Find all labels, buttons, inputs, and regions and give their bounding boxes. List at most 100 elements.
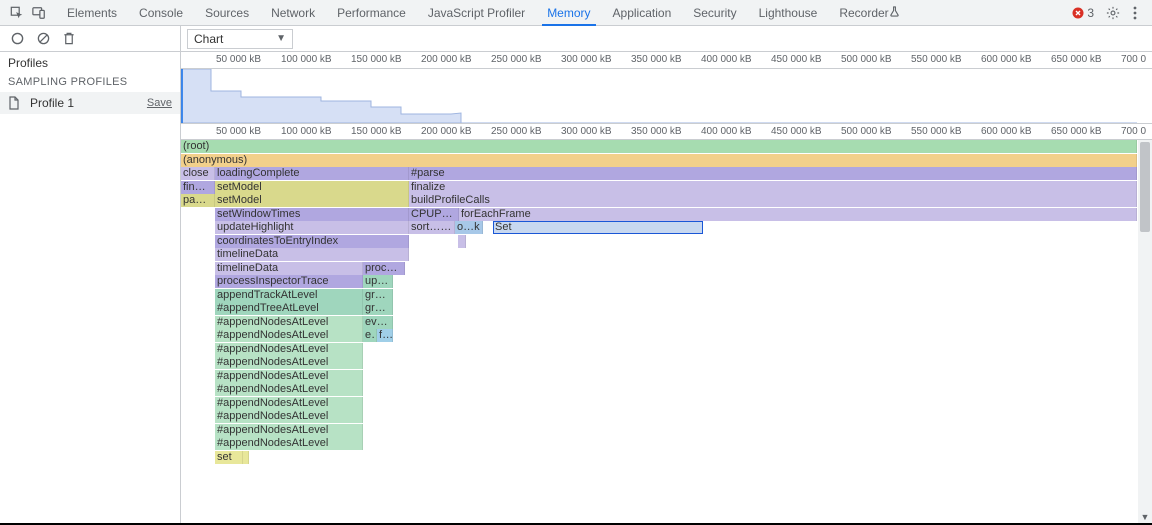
ruler-tick: 50 000 kB: [216, 126, 261, 137]
tab-security[interactable]: Security: [682, 0, 747, 25]
vertical-scrollbar[interactable]: ▲ ▼: [1138, 140, 1152, 523]
flame-bar[interactable]: timelineData: [215, 262, 363, 275]
flame-bar[interactable]: #appendNodesAtLevel: [215, 410, 363, 423]
flame-bar[interactable]: proc…ata: [363, 262, 405, 275]
ruler-tick: 650 000 kB: [1051, 126, 1102, 137]
flame-chart[interactable]: (root)(anonymous)closeloadingComplete#pa…: [181, 140, 1152, 523]
error-badge[interactable]: 3: [1072, 6, 1094, 20]
ruler-tick: 700 0: [1121, 54, 1146, 65]
ruler-tick: 100 000 kB: [281, 54, 332, 65]
sidebar-subheading: SAMPLING PROFILES: [0, 74, 180, 92]
overview-selection[interactable]: [181, 69, 183, 123]
tab-javascript-profiler[interactable]: JavaScript Profiler: [417, 0, 536, 25]
clear-icon[interactable]: [32, 28, 54, 50]
flame-bar[interactable]: setWindowTimes: [215, 208, 409, 221]
ruler-tick: 500 000 kB: [841, 54, 892, 65]
flame-bar[interactable]: f…r: [377, 329, 393, 342]
flame-bar[interactable]: up…up: [363, 275, 393, 288]
view-select-value: Chart: [194, 32, 223, 46]
flame-bar[interactable]: appendTrackAtLevel: [215, 289, 363, 302]
flame-bar[interactable]: Set: [493, 221, 703, 234]
delete-icon[interactable]: [58, 28, 80, 50]
flame-bar[interactable]: updateHighlight: [215, 221, 409, 234]
ruler-tick: 150 000 kB: [351, 126, 402, 137]
flame-bar[interactable]: #appendNodesAtLevel: [215, 437, 363, 450]
flame-bar[interactable]: o…k: [455, 221, 483, 234]
ruler-tick: 550 000 kB: [911, 126, 962, 137]
flame-bar[interactable]: (root): [181, 140, 1137, 153]
flame-bar[interactable]: finalize: [409, 181, 1137, 194]
flame-bar[interactable]: [458, 235, 466, 248]
flame-bar[interactable]: sort…ples: [409, 221, 455, 234]
settings-icon[interactable]: [1102, 2, 1124, 24]
tab-lighthouse[interactable]: Lighthouse: [748, 0, 829, 25]
flame-bar[interactable]: #appendNodesAtLevel: [215, 316, 363, 329]
ruler-tick: 500 000 kB: [841, 126, 892, 137]
document-icon: [8, 95, 24, 111]
ruler-tick: 350 000 kB: [631, 126, 682, 137]
device-toggle-icon[interactable]: [28, 2, 50, 24]
flame-bar[interactable]: gr…ew: [363, 302, 393, 315]
flame-bar[interactable]: (anonymous): [181, 154, 1137, 167]
flame-ruler[interactable]: 50 000 kB100 000 kB150 000 kB200 000 kB2…: [181, 123, 1152, 140]
flame-bar[interactable]: setModel: [215, 194, 409, 207]
tab-elements[interactable]: Elements: [56, 0, 128, 25]
ruler-tick: 100 000 kB: [281, 126, 332, 137]
memory-toolbar: Chart ▼: [0, 26, 1152, 52]
tab-memory[interactable]: Memory: [536, 0, 601, 25]
flame-bar[interactable]: forEachFrame: [459, 208, 1137, 221]
tab-console[interactable]: Console: [128, 0, 194, 25]
ruler-tick: 400 000 kB: [701, 54, 752, 65]
flame-bar[interactable]: #appendNodesAtLevel: [215, 370, 363, 383]
flame-bar[interactable]: setModel: [215, 181, 409, 194]
scrollbar-thumb[interactable]: [1140, 142, 1150, 232]
flame-bar[interactable]: #appendNodesAtLevel: [215, 383, 363, 396]
flame-bar[interactable]: processInspectorTrace: [215, 275, 363, 288]
tab-application[interactable]: Application: [602, 0, 683, 25]
flame-bar[interactable]: #appendTreeAtLevel: [215, 302, 363, 315]
ruler-tick: 700 0: [1121, 126, 1146, 137]
tab-recorder[interactable]: Recorder: [828, 0, 910, 25]
tab-performance[interactable]: Performance: [326, 0, 417, 25]
flame-bar[interactable]: #appendNodesAtLevel: [215, 329, 363, 342]
flame-bar[interactable]: #appendNodesAtLevel: [215, 397, 363, 410]
flame-bar[interactable]: coordinatesToEntryIndex: [215, 235, 409, 248]
tab-sources[interactable]: Sources: [194, 0, 260, 25]
flame-bar[interactable]: set: [215, 451, 243, 464]
view-select[interactable]: Chart ▼: [187, 29, 293, 49]
tab-network[interactable]: Network: [260, 0, 326, 25]
overview-ruler[interactable]: 50 000 kB100 000 kB150 000 kB200 000 kB2…: [181, 52, 1152, 69]
scroll-down-icon[interactable]: ▼: [1138, 510, 1152, 523]
flame-bar[interactable]: #appendNodesAtLevel: [215, 343, 363, 356]
flame-bar[interactable]: ev…ew: [363, 316, 393, 329]
flame-bar[interactable]: close: [181, 167, 215, 180]
inspect-icon[interactable]: [6, 2, 28, 24]
more-icon[interactable]: [1124, 2, 1146, 24]
flame-bar[interactable]: buildProfileCalls: [409, 194, 1137, 207]
flame-bar[interactable]: CPUP…del: [409, 208, 459, 221]
record-icon[interactable]: [6, 28, 28, 50]
flame-bar[interactable]: pa…at: [181, 194, 215, 207]
save-link[interactable]: Save: [147, 97, 172, 109]
profile-item[interactable]: Profile 1 Save: [0, 92, 180, 114]
flame-chart-panel: 50 000 kB100 000 kB150 000 kB200 000 kB2…: [181, 52, 1152, 523]
ruler-tick: 400 000 kB: [701, 126, 752, 137]
flame-bar[interactable]: gro…ts: [363, 289, 393, 302]
ruler-tick: 600 000 kB: [981, 126, 1032, 137]
profile-name: Profile 1: [30, 96, 147, 110]
flame-bar[interactable]: #appendNodesAtLevel: [215, 356, 363, 369]
profiles-sidebar: Profiles SAMPLING PROFILES Profile 1 Sav…: [0, 52, 181, 523]
ruler-tick: 450 000 kB: [771, 126, 822, 137]
flame-bar[interactable]: #appendNodesAtLevel: [215, 424, 363, 437]
ruler-tick: 50 000 kB: [216, 54, 261, 65]
sidebar-heading: Profiles: [0, 52, 180, 74]
flame-bar[interactable]: e…: [363, 329, 377, 342]
overview-chart[interactable]: [181, 69, 1152, 123]
flame-bar[interactable]: [243, 451, 249, 464]
flame-bar[interactable]: loadingComplete: [215, 167, 409, 180]
ruler-tick: 150 000 kB: [351, 54, 402, 65]
ruler-tick: 200 000 kB: [421, 54, 472, 65]
flame-bar[interactable]: #parse: [409, 167, 1137, 180]
flame-bar[interactable]: fin…ce: [181, 181, 215, 194]
flame-bar[interactable]: timelineData: [215, 248, 409, 261]
